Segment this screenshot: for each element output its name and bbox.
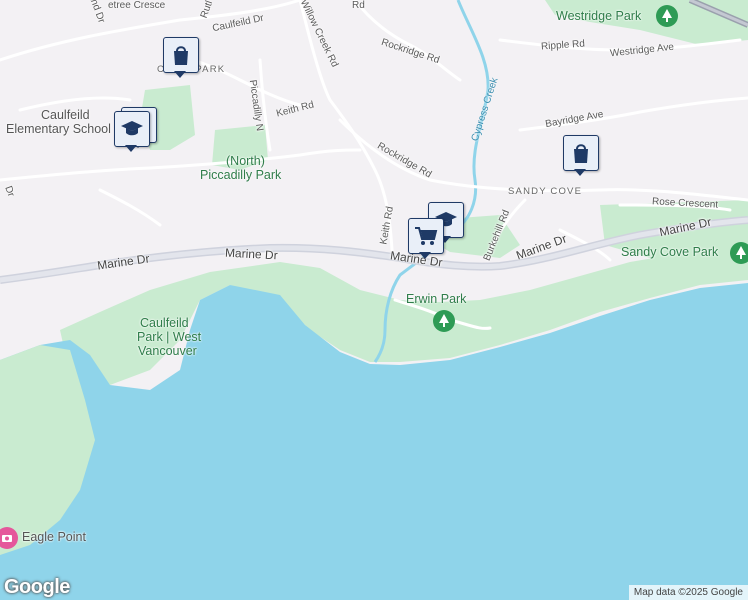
park-label-north-piccadilly[interactable]: Piccadilly Park — [200, 168, 281, 182]
map-attribution[interactable]: Map data ©2025 Google — [628, 585, 748, 600]
park-label-westridge[interactable]: Westridge Park — [556, 9, 641, 23]
park-label-erwin[interactable]: Erwin Park — [406, 292, 466, 306]
road-label-marine-dr: Marine Dr — [224, 245, 279, 263]
park-label-caulfeild[interactable]: Caulfeild — [140, 316, 189, 330]
park-label-sandy-cove[interactable]: Sandy Cove Park — [621, 245, 718, 259]
google-logo[interactable]: Google — [4, 576, 70, 599]
graduation-cap-icon — [114, 111, 150, 147]
area-label-sandy-cove: SANDY COVE — [508, 186, 583, 197]
shopping-bag-icon — [563, 135, 599, 171]
park-label-caulfeild[interactable]: Vancouver — [138, 344, 197, 358]
road-label-partial: etree Cresce — [108, 0, 166, 11]
shopping-marker[interactable] — [563, 135, 599, 176]
park-label-caulfeild[interactable]: Park | West — [137, 330, 201, 344]
school-marker[interactable] — [114, 111, 150, 152]
map-base-layer — [0, 0, 748, 600]
poi-label-eagle-point[interactable]: Eagle Point — [22, 530, 86, 544]
tree-icon[interactable] — [730, 242, 748, 264]
tree-icon[interactable] — [656, 5, 678, 27]
shopping-cart-icon — [408, 218, 444, 254]
map-canvas[interactable]: Marine Dr Marine Dr Marine Dr Marine Dr … — [0, 0, 748, 600]
road-label-partial: Rd — [352, 0, 365, 11]
shopping-bag-icon — [163, 37, 199, 73]
shopping-marker[interactable] — [163, 37, 199, 78]
poi-label-caulfeild-school[interactable]: Caulfeild — [41, 108, 90, 122]
grocery-marker[interactable] — [408, 218, 444, 259]
tree-icon[interactable] — [433, 310, 455, 332]
park-label-north-piccadilly[interactable]: (North) — [226, 154, 265, 168]
poi-label-caulfeild-school[interactable]: Elementary School — [6, 122, 111, 136]
